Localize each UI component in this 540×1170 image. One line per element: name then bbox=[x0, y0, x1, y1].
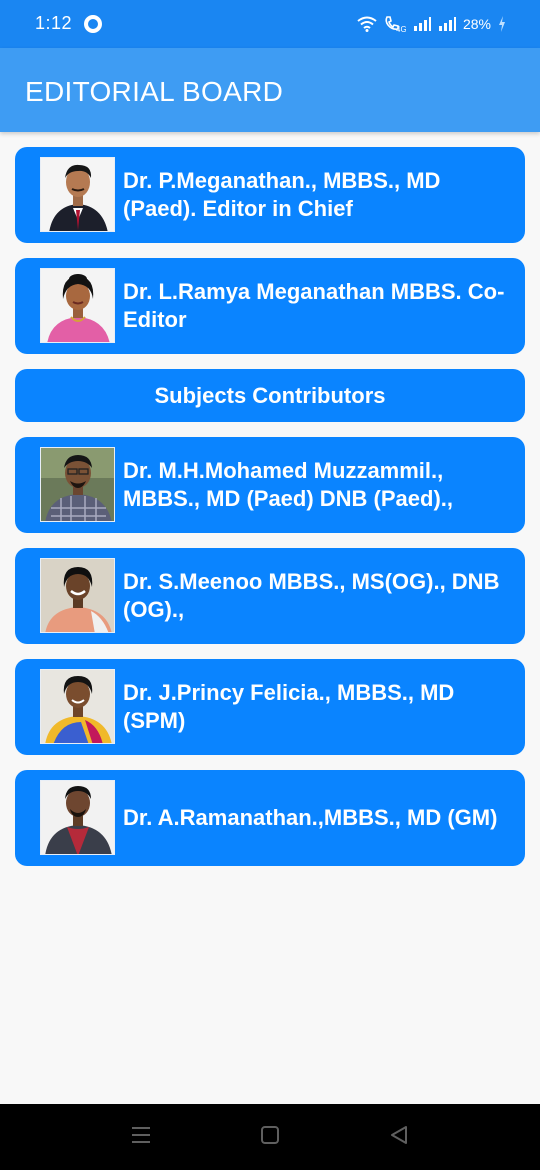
status-bar: 1:12 4G 28% bbox=[0, 0, 540, 48]
menu-icon[interactable] bbox=[131, 1125, 151, 1145]
contributor-card[interactable]: Dr. M.H.Mohamed Muzzammil., MBBS., MD (P… bbox=[15, 437, 525, 533]
card-name: Dr. P.Meganathan., MBBS., MD (Paed). Edi… bbox=[123, 168, 441, 221]
volte-call-icon: 4G bbox=[385, 16, 406, 33]
card-name: Dr. S.Meenoo MBBS., MS(OG)., DNB (OG)., bbox=[123, 569, 500, 622]
card-name: Dr. A.Ramanathan.,MBBS., MD (GM) bbox=[123, 805, 498, 830]
app-bar: EDITORIAL BOARD bbox=[0, 48, 540, 132]
editor-card[interactable]: Dr. P.Meganathan., MBBS., MD (Paed). Edi… bbox=[15, 147, 525, 243]
back-icon[interactable] bbox=[389, 1125, 409, 1145]
avatar bbox=[40, 268, 115, 343]
contributor-card[interactable]: Dr. A.Ramanathan.,MBBS., MD (GM) bbox=[15, 770, 525, 866]
contributor-card[interactable]: Dr. S.Meenoo MBBS., MS(OG)., DNB (OG)., bbox=[15, 548, 525, 644]
avatar bbox=[40, 447, 115, 522]
status-time: 1:12 bbox=[35, 13, 73, 33]
co-editor-card[interactable]: Dr. L.Ramya Meganathan MBBS. Co-Editor bbox=[15, 258, 525, 354]
subjects-contributors-header: Subjects Contributors bbox=[15, 369, 525, 422]
home-icon[interactable] bbox=[260, 1125, 280, 1145]
signal-1-icon bbox=[413, 17, 431, 31]
wifi-icon bbox=[357, 16, 377, 32]
svg-text:4G: 4G bbox=[396, 25, 406, 33]
avatar bbox=[40, 669, 115, 744]
battery-percent: 28% bbox=[462, 16, 491, 32]
avatar bbox=[40, 780, 115, 855]
contributor-card[interactable]: Dr. J.Princy Felicia., MBBS., MD (SPM) bbox=[15, 659, 525, 755]
avatar bbox=[40, 157, 115, 232]
charging-icon bbox=[499, 16, 505, 32]
status-icons: 4G 28% bbox=[357, 12, 506, 36]
navigation-bar bbox=[0, 1104, 540, 1170]
avatar bbox=[40, 558, 115, 633]
signal-2-icon bbox=[438, 17, 456, 31]
notification-dot-icon bbox=[84, 15, 102, 33]
card-name: Dr. L.Ramya Meganathan MBBS. Co-Editor bbox=[123, 279, 505, 332]
card-name: Dr. M.H.Mohamed Muzzammil., MBBS., MD (P… bbox=[123, 458, 454, 511]
card-name: Dr. J.Princy Felicia., MBBS., MD (SPM) bbox=[123, 680, 455, 733]
page-title: EDITORIAL BOARD bbox=[25, 76, 284, 107]
